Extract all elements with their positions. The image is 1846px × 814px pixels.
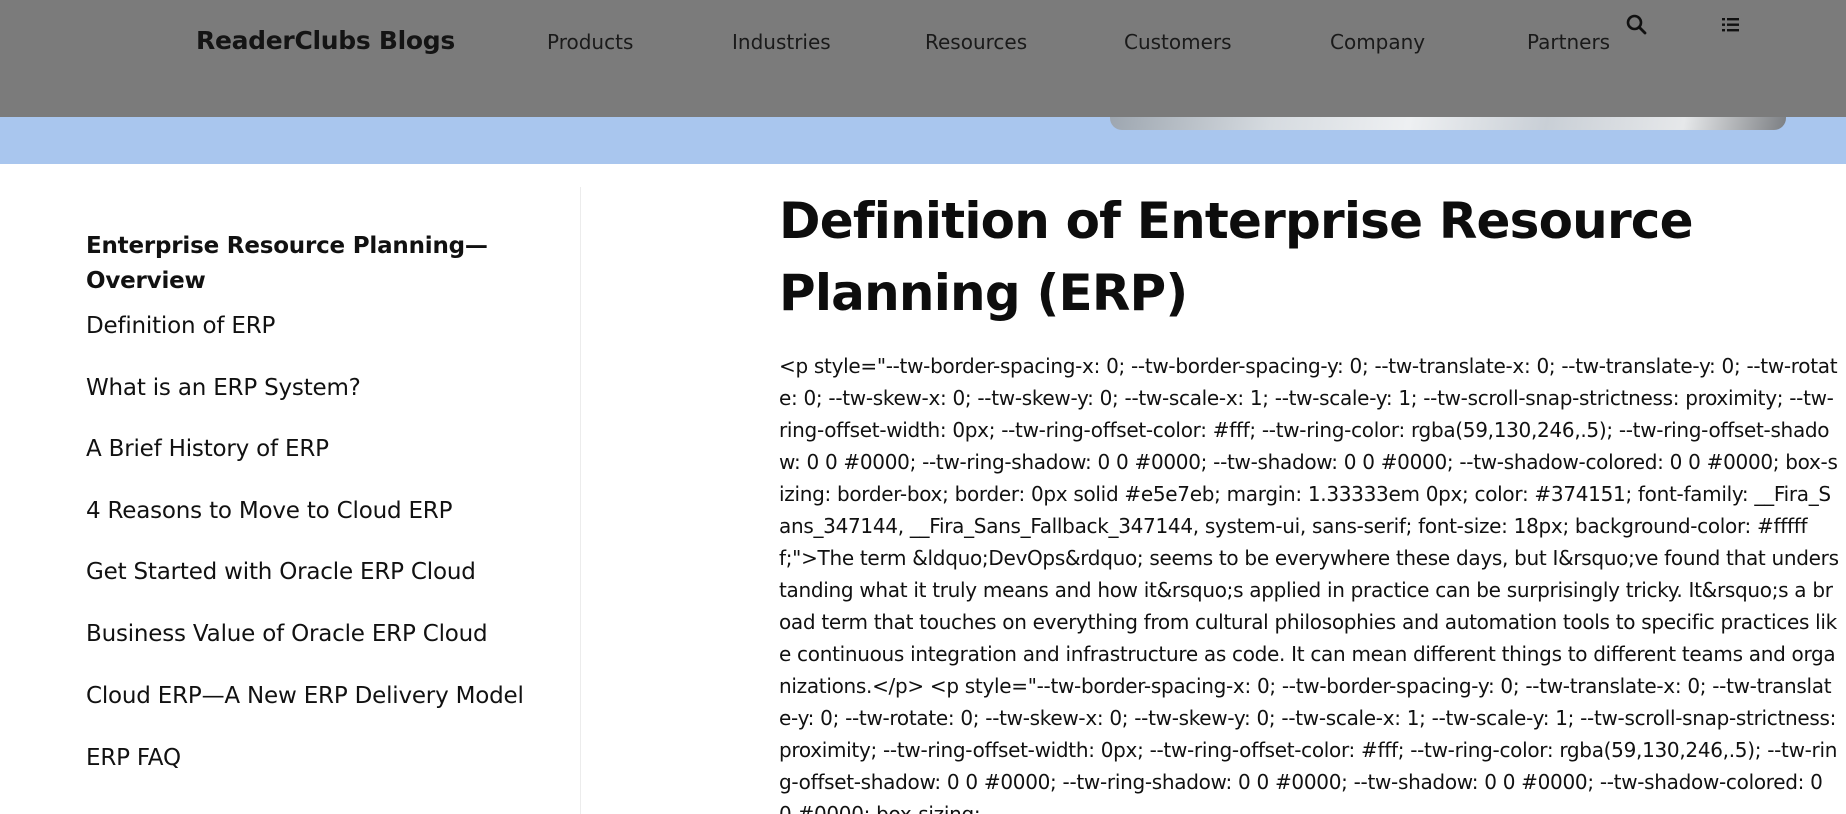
page: ReaderClubs Blogs Products Industries Re…	[0, 0, 1846, 814]
nav-products[interactable]: Products	[547, 30, 633, 54]
toc-item[interactable]: Business Value of Oracle ERP Cloud	[86, 621, 488, 647]
nav-industries[interactable]: Industries	[732, 30, 831, 54]
article-title: Definition of Enterprise Resource Planni…	[779, 192, 1694, 322]
toc-sidebar: Enterprise Resource Planning—Overview De…	[40, 187, 581, 814]
nav-company[interactable]: Company	[1330, 30, 1425, 54]
search-icon[interactable]	[1624, 12, 1650, 38]
toc-item[interactable]: Get Started with Oracle ERP Cloud	[86, 559, 476, 585]
toc-item[interactable]: Cloud ERP—A New ERP Delivery Model	[86, 683, 524, 709]
brand-logo[interactable]: ReaderClubs Blogs	[196, 26, 455, 55]
toc-current-section[interactable]: Enterprise Resource Planning—Overview	[86, 229, 506, 299]
site-header: ReaderClubs Blogs Products Industries Re…	[0, 0, 1846, 117]
toc-item[interactable]: 4 Reasons to Move to Cloud ERP	[86, 498, 452, 524]
toc-item[interactable]: Definition of ERP	[86, 313, 275, 339]
toc-item[interactable]: What is an ERP System?	[86, 375, 361, 401]
list-menu-icon[interactable]	[1718, 12, 1744, 38]
toc-item[interactable]: A Brief History of ERP	[86, 436, 329, 462]
article-body: <p style="--tw-border-spacing-x: 0; --tw…	[779, 354, 1839, 814]
toc-item[interactable]: ERP FAQ	[86, 745, 181, 771]
nav-resources[interactable]: Resources	[925, 30, 1027, 54]
nav-customers[interactable]: Customers	[1124, 30, 1232, 54]
nav-partners[interactable]: Partners	[1527, 30, 1610, 54]
